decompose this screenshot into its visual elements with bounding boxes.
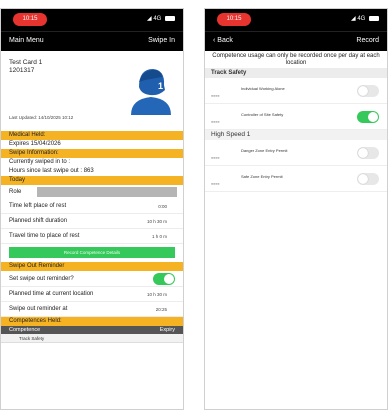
swipe-in-button[interactable]: Swipe In [148,37,175,44]
signal-icon: ◢ 4G [147,16,162,22]
back-label: Back [217,37,233,44]
today-header: Today [1,176,183,185]
competence-toggle[interactable] [357,173,379,185]
competence-name: Safe Zone Entry Permit [241,174,283,179]
reminder-toggle[interactable] [153,273,175,285]
competence-sublabel: ■■■■ [211,120,220,124]
section-high-speed-1: High Speed 1 [205,130,387,140]
battery-icon [165,15,175,21]
competence-sublabel: ■■■■ [211,156,220,160]
role-select[interactable] [37,187,177,197]
competence-name: Individual Working Alone [241,86,285,91]
competence-toggle[interactable] [357,111,379,123]
nav-bar: ‹ Back Record [205,31,387,51]
status-bar: 10:15 ◢ 4G [1,9,183,31]
competence-name: Danger Zone Entry Permit [241,148,288,153]
reminder-header: Swipe Out Reminder [1,262,183,271]
competence-sublabel: ■■■■ [211,94,220,98]
role-label: Role [9,189,22,195]
competence-name: Controller of Site Safety [241,112,284,117]
medical-expiry: Expires 15/04/2026 [9,141,61,147]
status-bar: 10:15 ◢ 4G [205,9,387,31]
main-menu-screen: 10:15 ◢ 4G Main Menu Swipe In Test Card … [0,8,184,410]
competence-item: ■■■■ Safe Zone Entry Permit [205,166,387,192]
competences-table-header: Competence Expiry [1,326,183,334]
today-row-label: Time left place of rest [9,203,67,209]
status-indicators: ◢ 4G [351,14,379,25]
today-row[interactable]: Time left place of rest 0:00 [1,199,183,214]
today-row-value: 10 h 30 m [146,219,167,224]
set-reminder-row: Set swipe out reminder? [1,271,183,287]
record-competence-button[interactable]: Record Competence Details [9,247,175,258]
reminder-row[interactable]: Swipe out reminder at 20:25 [1,302,183,317]
role-row: Role [1,185,183,199]
back-button[interactable]: ‹ Back [213,37,233,44]
card-panel: Test Card 1 1201317 Last Updated: 14/10/… [1,51,183,131]
record-competence-screen: 10:15 ◢ 4G ‹ Back Record Competence usag… [204,8,388,410]
competence-column: Competence [9,327,41,333]
competence-item: ■■■■ Danger Zone Entry Permit [205,140,387,166]
today-row-label: Travel time to place of rest [9,233,80,239]
record-button[interactable]: Record [356,37,379,44]
competences-header: Competences Held: [1,317,183,326]
today-row-value: 0:00 [158,204,167,209]
today-row-label: Planned shift duration [9,218,68,224]
signal-icon: ◢ 4G [351,16,366,22]
competence-item: ■■■■ Controller of Site Safety [205,104,387,130]
status-indicators: ◢ 4G [147,14,175,25]
reminder-row-value: 20:25 [155,307,167,312]
today-row[interactable]: Travel time to place of rest 1 h 0 m [1,229,183,244]
reminder-row-label: Swipe out reminder at [9,306,68,312]
today-row[interactable]: Planned shift duration 10 h 30 m [1,214,183,229]
reminder-row-label: Planned time at current location [9,291,94,297]
chevron-left-icon: ‹ [213,37,216,44]
swipe-hours: Hours since last swipe out : 863 [9,168,94,174]
status-time: 10:15 [217,13,251,26]
last-updated: Last Updated: 14/10/2025 10:12 [9,115,74,120]
reminder-row-value: 10 h 30 m [146,292,167,297]
set-reminder-label: Set swipe out reminder? [9,276,74,282]
today-row-value: 1 h 0 m [151,234,167,239]
nav-bar: Main Menu Swipe In [1,31,183,51]
status-time: 10:15 [13,13,47,26]
card-number: 1201317 [9,67,35,74]
reminder-row[interactable]: Planned time at current location 10 h 30… [1,287,183,302]
competence-toggle[interactable] [357,85,379,97]
usage-notice: Competence usage can only be recorded on… [212,53,380,66]
svg-text:1: 1 [158,81,163,91]
user-avatar-icon: 1 [129,63,173,115]
expiry-column: Expiry [159,327,175,333]
competence-toggle[interactable] [357,147,379,159]
medical-header: Medical Held: [1,131,183,140]
swipe-status: Currently swiped in to : [9,159,71,165]
competence-row[interactable]: Track Safety [1,334,183,343]
battery-icon [369,15,379,21]
section-track-safety: Track Safety [205,68,387,78]
card-name: Test Card 1 [9,59,43,66]
competence-item: ■■■■ Individual Working Alone [205,78,387,104]
swipe-info-header: Swipe Information: [1,149,183,158]
main-menu-title: Main Menu [9,37,44,44]
competence-sublabel: ■■■■ [211,182,220,186]
